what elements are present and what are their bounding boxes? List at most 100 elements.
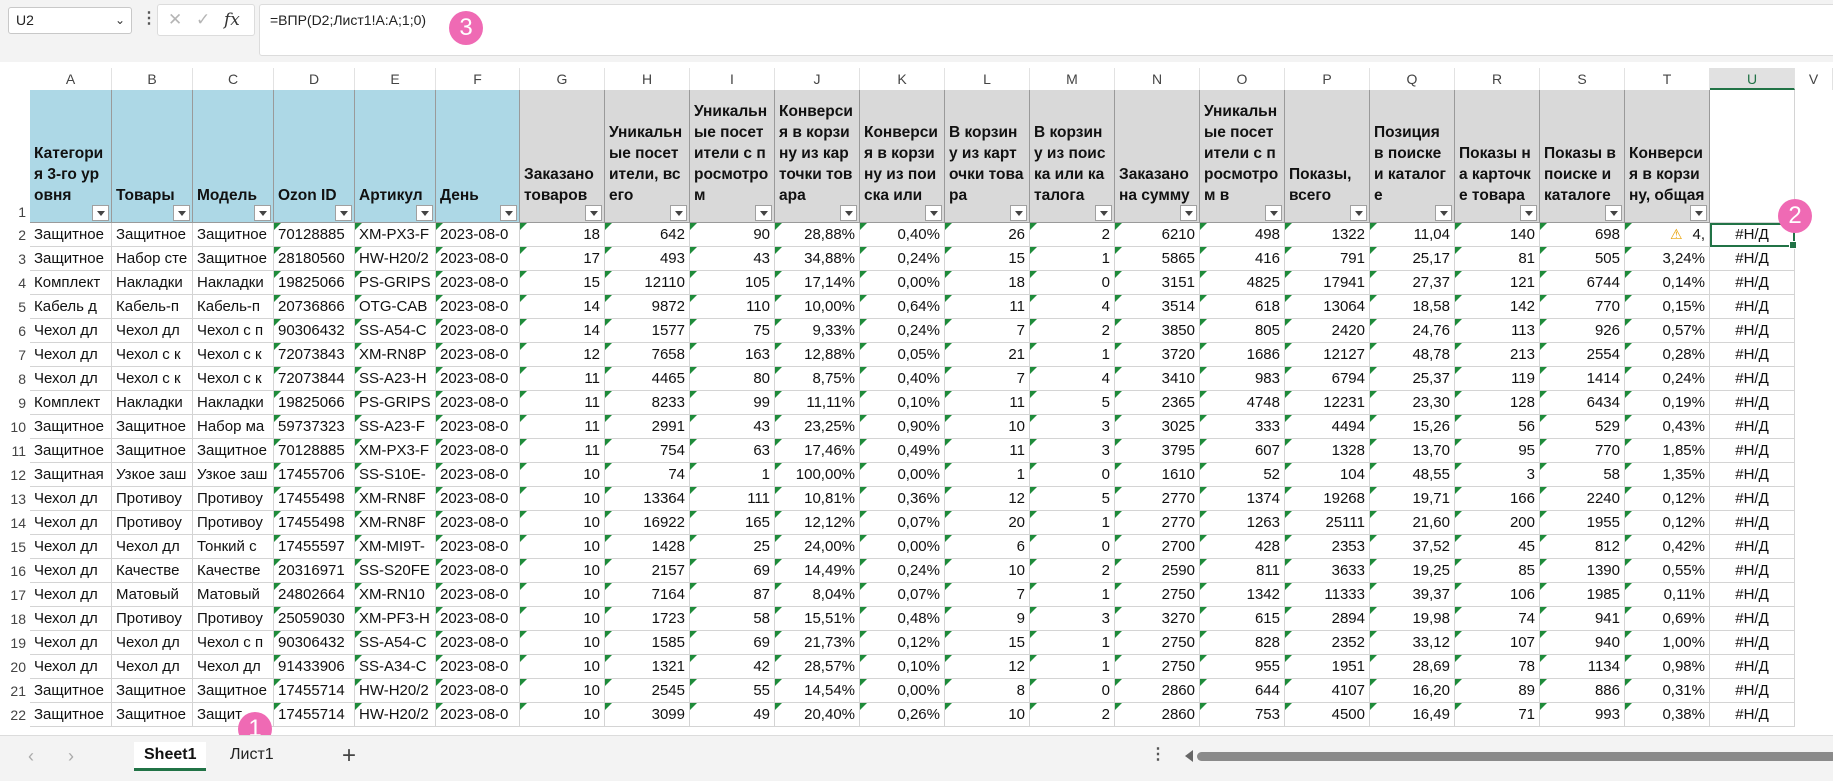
table-cell[interactable]: 69: [690, 559, 775, 583]
table-cell[interactable]: XM-RN10: [355, 583, 436, 607]
table-cell[interactable]: Чехол дл: [30, 367, 112, 391]
enter-check-icon[interactable]: ✓: [196, 10, 210, 30]
column-header-q[interactable]: Q: [1370, 68, 1455, 90]
table-cell[interactable]: 25: [690, 535, 775, 559]
table-cell[interactable]: 17,14%: [775, 271, 860, 295]
table-cell[interactable]: #Н/Д: [1710, 607, 1795, 631]
table-cell[interactable]: 3: [1455, 463, 1540, 487]
table-cell[interactable]: Чехол дл: [30, 535, 112, 559]
table-cell[interactable]: 25,17: [1370, 247, 1455, 271]
table-cell[interactable]: 10,81%: [775, 487, 860, 511]
table-cell[interactable]: 2352: [1285, 631, 1370, 655]
table-cell[interactable]: 111: [690, 487, 775, 511]
table-cell[interactable]: 2750: [1115, 631, 1200, 655]
table-cell[interactable]: 16922: [605, 511, 690, 535]
table-cell[interactable]: 0,36%: [860, 487, 945, 511]
table-cell[interactable]: Качестве: [112, 559, 193, 583]
more-options-icon[interactable]: ⋮: [141, 8, 157, 28]
table-cell[interactable]: 2023-08-0: [436, 679, 520, 703]
table-cell[interactable]: 615: [1200, 607, 1285, 631]
table-cell[interactable]: PS-GRIPS: [355, 271, 436, 295]
column-header-b[interactable]: B: [112, 68, 193, 90]
filter-dropdown-icon[interactable]: [1605, 205, 1622, 221]
table-cell[interactable]: 19,98: [1370, 607, 1455, 631]
table-cell[interactable]: 0: [1030, 535, 1115, 559]
table-cell[interactable]: 16,49: [1370, 703, 1455, 727]
table-cell[interactable]: 17: [520, 247, 605, 271]
table-cell[interactable]: Чехол дл: [112, 631, 193, 655]
table-cell[interactable]: 2240: [1540, 487, 1625, 511]
scroll-thumb[interactable]: [1197, 752, 1833, 761]
table-cell[interactable]: 2991: [605, 415, 690, 439]
table-cell[interactable]: 21,73%: [775, 631, 860, 655]
header-cell[interactable]: Ozon ID: [274, 90, 355, 223]
table-cell[interactable]: 3: [1030, 439, 1115, 463]
table-cell[interactable]: 0,49%: [860, 439, 945, 463]
table-cell[interactable]: 213: [1455, 343, 1540, 367]
table-cell[interactable]: 11: [945, 295, 1030, 319]
table-cell[interactable]: Чехол с к: [193, 367, 274, 391]
table-cell[interactable]: 0,10%: [860, 391, 945, 415]
table-cell[interactable]: Противоу: [112, 607, 193, 631]
table-cell[interactable]: 78: [1455, 655, 1540, 679]
table-cell[interactable]: Защитное: [112, 439, 193, 463]
table-cell[interactable]: 200: [1455, 511, 1540, 535]
row-number[interactable]: 2: [0, 223, 30, 247]
chevron-down-icon[interactable]: ⌄: [115, 8, 125, 33]
table-cell[interactable]: 9,33%: [775, 319, 860, 343]
table-cell[interactable]: Набор сте: [112, 247, 193, 271]
table-cell[interactable]: 2750: [1115, 655, 1200, 679]
table-cell[interactable]: #Н/Д: [1710, 319, 1795, 343]
table-cell[interactable]: 1951: [1285, 655, 1370, 679]
table-cell[interactable]: 25059030: [274, 607, 355, 631]
table-cell[interactable]: 1: [1030, 511, 1115, 535]
table-cell[interactable]: Чехол дл: [30, 559, 112, 583]
table-cell[interactable]: 1342: [1200, 583, 1285, 607]
row-number[interactable]: 19: [0, 631, 30, 655]
column-header-e[interactable]: E: [355, 68, 436, 90]
tab-sheet1[interactable]: Sheet1: [134, 742, 207, 771]
table-cell[interactable]: 17455714: [274, 679, 355, 703]
table-cell[interactable]: Защитное: [30, 439, 112, 463]
table-cell[interactable]: PS-GRIPS: [355, 391, 436, 415]
table-cell[interactable]: 698: [1540, 223, 1625, 247]
add-sheet-button[interactable]: +: [342, 742, 356, 770]
table-cell[interactable]: #Н/Д: [1710, 631, 1795, 655]
table-cell[interactable]: 24,76: [1370, 319, 1455, 343]
table-cell[interactable]: SS-A23-F: [355, 415, 436, 439]
table-cell[interactable]: Защитное: [112, 679, 193, 703]
table-cell[interactable]: SS-A23-H: [355, 367, 436, 391]
table-cell[interactable]: 0,24%: [1625, 367, 1710, 391]
table-cell[interactable]: 0,48%: [860, 607, 945, 631]
table-cell[interactable]: 0,31%: [1625, 679, 1710, 703]
header-cell[interactable]: Уникальные посетители, всего: [605, 90, 690, 223]
table-cell[interactable]: 90306432: [274, 319, 355, 343]
header-cell[interactable]: Показы в поиске и каталоге: [1540, 90, 1625, 223]
table-cell[interactable]: #Н/Д: [1710, 487, 1795, 511]
table-cell[interactable]: #Н/Д: [1710, 703, 1795, 727]
table-cell[interactable]: 25,37: [1370, 367, 1455, 391]
table-cell[interactable]: 14: [520, 319, 605, 343]
table-cell[interactable]: 85: [1455, 559, 1540, 583]
row-number[interactable]: 16: [0, 559, 30, 583]
table-cell[interactable]: 17455597: [274, 535, 355, 559]
table-cell[interactable]: 2700: [1115, 535, 1200, 559]
table-cell[interactable]: #Н/Д: [1710, 247, 1795, 271]
table-cell[interactable]: 983: [1200, 367, 1285, 391]
table-cell[interactable]: 28180560: [274, 247, 355, 271]
table-cell[interactable]: Противоу: [112, 511, 193, 535]
table-cell[interactable]: SS-A54-C: [355, 319, 436, 343]
table-cell[interactable]: Чехол дл: [193, 655, 274, 679]
table-cell[interactable]: 71: [1455, 703, 1540, 727]
table-cell[interactable]: 1321: [605, 655, 690, 679]
table-cell[interactable]: 13,70: [1370, 439, 1455, 463]
table-cell[interactable]: 1985: [1540, 583, 1625, 607]
table-cell[interactable]: 12110: [605, 271, 690, 295]
column-header-p[interactable]: P: [1285, 68, 1370, 90]
filter-dropdown-icon[interactable]: [1265, 205, 1282, 221]
scroll-left-icon[interactable]: [1185, 750, 1193, 762]
table-cell[interactable]: 128: [1455, 391, 1540, 415]
table-cell[interactable]: 0,12%: [860, 631, 945, 655]
filter-dropdown-icon[interactable]: [585, 205, 602, 221]
table-cell[interactable]: 7: [945, 319, 1030, 343]
